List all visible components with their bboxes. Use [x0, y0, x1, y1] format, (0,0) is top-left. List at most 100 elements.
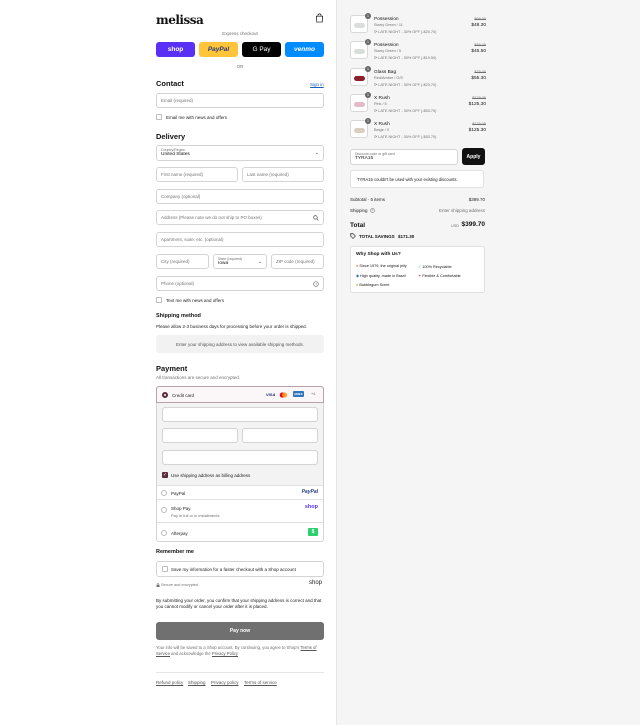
- shop-pay-logo: shop: [304, 504, 318, 510]
- apartment-field[interactable]: Apartment, suite, etc. (optional): [156, 232, 324, 247]
- google-pay-express-button[interactable]: G Pay: [242, 42, 281, 57]
- zip-field[interactable]: ZIP code (required): [271, 254, 324, 269]
- quantity-badge: 1: [365, 118, 371, 125]
- contact-heading: Contact: [156, 79, 184, 88]
- cart-item: 1 Glass Bag Red/Amber / O/S ⟳ LATE NIGHT - …: [350, 65, 486, 91]
- checkout-form-panel: melissa Express checkout shop PayPal G P…: [0, 0, 336, 725]
- discount-line: ⟳ LATE NIGHT - 30% OFF (-$53.70): [374, 108, 436, 113]
- svg-text:?: ?: [372, 209, 374, 213]
- shop-notice-prefix: Your info will be saved to a Shop accoun…: [156, 645, 300, 650]
- afterpay-logo-icon: $: [308, 528, 318, 536]
- help-icon[interactable]: ?: [370, 208, 375, 213]
- first-name-field[interactable]: First name (required): [156, 167, 238, 182]
- discount-text: LATE NIGHT - 30% OFF (-$19.50): [378, 56, 437, 61]
- tag-icon: ⟳: [374, 135, 378, 140]
- help-icon[interactable]: ?: [313, 281, 319, 287]
- card-details-panel: ✓ Use shipping address as billing addres…: [157, 403, 323, 485]
- shop-pay-sublabel: Pay in full or in installments: [171, 513, 220, 518]
- sparkle-icon: ✦: [418, 274, 422, 278]
- phone-field[interactable]: Phone (optional) ?: [156, 276, 324, 291]
- sale-price: $45.50: [471, 49, 486, 55]
- apply-discount-button[interactable]: Apply: [462, 148, 485, 165]
- email-field[interactable]: Email (required): [156, 93, 324, 108]
- sale-price: $125.30: [468, 101, 486, 107]
- product-name: X Rush: [374, 95, 390, 101]
- security-code-field[interactable]: [242, 428, 318, 443]
- chevron-down-icon: ⌄: [314, 150, 319, 156]
- name-on-card-field[interactable]: [162, 450, 318, 465]
- sign-in-link[interactable]: Sign in: [310, 82, 324, 87]
- privacy-policy-link[interactable]: Privacy Policy: [212, 651, 238, 656]
- discount-code-field[interactable]: Discount code or gift card TYRA15: [350, 149, 458, 165]
- card-number-field[interactable]: [162, 407, 318, 422]
- shop-pay-radio[interactable]: [161, 507, 167, 513]
- store-logo[interactable]: melissa: [156, 13, 204, 27]
- credit-card-option[interactable]: Credit card VISA AMEX +4: [156, 386, 324, 403]
- sale-price: $125.30: [468, 128, 486, 134]
- chevron-down-icon: ⌄: [257, 259, 262, 265]
- cart-item: 1X Rush Pink / 5 ⟳ LATE NIGHT - 30% OFF (-…: [350, 91, 486, 117]
- shop-notice-ack: and acknowledge the: [171, 651, 211, 656]
- quantity-badge: 1: [365, 91, 371, 98]
- email-news-checkbox[interactable]: [156, 114, 162, 120]
- paypal-option[interactable]: PayPal PayPal: [157, 485, 323, 499]
- shop-pay-option[interactable]: Shop Pay Pay in full or in installments …: [157, 499, 323, 522]
- payment-subtitle: All transactions are secure and encrypte…: [156, 375, 241, 380]
- shopping-bag-icon[interactable]: [315, 13, 324, 23]
- address-field[interactable]: Address (Please note we do not ship to P…: [156, 210, 324, 225]
- total-label: Total: [350, 222, 366, 229]
- total-value: $399.70: [461, 221, 486, 228]
- remember-me-heading: Remember me: [156, 549, 194, 555]
- cart-item: 1 Possession Starry Green / 5 ⟳ LATE NIGHT …: [350, 39, 486, 64]
- tag-icon: ⟳: [374, 56, 378, 61]
- afterpay-radio[interactable]: [161, 530, 167, 536]
- text-news-checkbox[interactable]: [156, 297, 162, 303]
- product-name: X Rush: [374, 122, 390, 128]
- shop-pay-express-button[interactable]: shop: [156, 42, 195, 57]
- original-price: $79.00: [474, 69, 486, 74]
- shop-account-notice: Your info will be saved to a Shop accoun…: [156, 645, 326, 657]
- svg-text:?: ?: [315, 282, 317, 286]
- refund-policy-link[interactable]: Refund policy: [156, 680, 183, 685]
- privacy-policy-footer-link[interactable]: Privacy policy: [211, 680, 239, 685]
- shipping-policy-link[interactable]: Shipping: [188, 680, 206, 685]
- subtotal-value: $399.70: [468, 197, 485, 202]
- paypal-express-button[interactable]: PayPal: [199, 42, 238, 57]
- why-shop-box: Why Shop with Us? ● Since 1979, the orig…: [350, 246, 485, 293]
- product-variant: Starry Green / 11: [374, 23, 403, 27]
- lock-icon: [156, 583, 160, 587]
- address-placeholder: Address (Please note we do not ship to P…: [161, 215, 262, 220]
- billing-same-checkbox[interactable]: ✓: [162, 472, 168, 478]
- secure-encrypted-label: Secure and encrypted: [161, 583, 199, 587]
- venmo-express-button[interactable]: venmo: [285, 42, 324, 57]
- terms-of-service-footer-link[interactable]: Terms of service: [244, 680, 277, 685]
- last-name-field[interactable]: Last name (required): [242, 167, 324, 182]
- product-variant: Red/Amber / O/S: [374, 75, 403, 80]
- original-price: $179.00: [472, 122, 486, 127]
- state-select[interactable]: State (required) Iowa ⌄: [213, 254, 267, 269]
- afterpay-option[interactable]: Afterpay $: [157, 522, 323, 541]
- paypal-radio[interactable]: [161, 490, 167, 496]
- save-info-checkbox[interactable]: [162, 566, 168, 572]
- tag-icon: ⟳: [374, 108, 378, 113]
- order-summary-panel: 1 Possession Starry Green / 11 ⟳ LATE NIGHT…: [336, 0, 640, 725]
- city-field[interactable]: City (required): [156, 254, 209, 269]
- why-shop-title: Why Shop with Us?: [356, 252, 401, 257]
- credit-card-label: Credit card: [172, 393, 195, 398]
- afterpay-label: Afterpay: [171, 531, 188, 536]
- total-savings-label: TOTAL SAVINGS: [359, 234, 395, 239]
- expiration-date-field[interactable]: [162, 428, 238, 443]
- credit-card-radio[interactable]: [162, 392, 168, 398]
- paypal-logo: PayPal: [301, 489, 318, 495]
- why-point-2: ✓ 100% Recyclable: [418, 265, 452, 269]
- amex-icon: AMEX: [293, 391, 304, 397]
- company-field[interactable]: Company (optional): [156, 189, 324, 204]
- pay-now-button[interactable]: Pay now: [156, 622, 324, 640]
- tag-icon: ⟳: [374, 30, 378, 34]
- quantity-badge: 1: [365, 39, 371, 46]
- country-select[interactable]: Country/Region United States ⌄: [156, 145, 324, 161]
- shop-logo: shop: [309, 580, 323, 586]
- billing-same-label: Use shipping address as billing address: [171, 473, 251, 478]
- shipping-note: Please allow 2-3 business days for proce…: [156, 324, 307, 329]
- shop-pay-logo: shop: [167, 46, 184, 53]
